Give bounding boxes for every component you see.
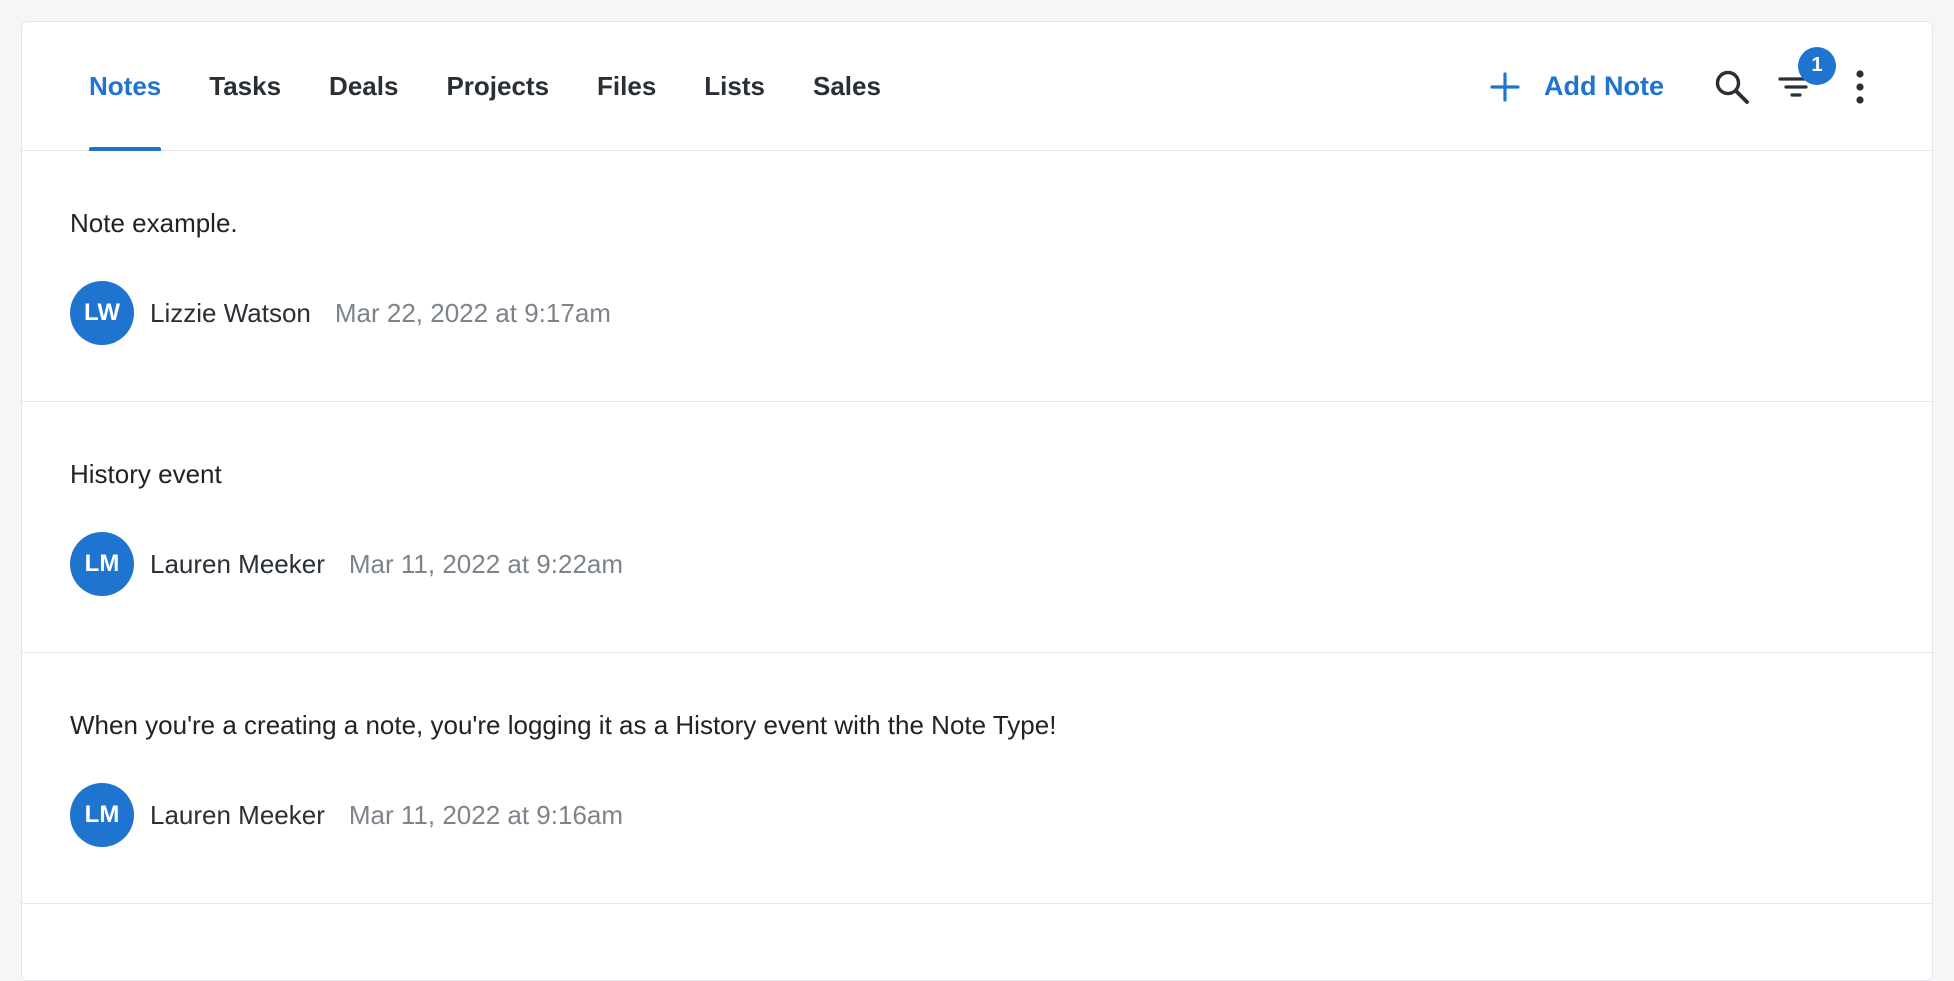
note-text: Note example. <box>70 208 238 238</box>
tab-notes[interactable]: Notes <box>89 22 162 151</box>
note-text: When you're a creating a note, you're lo… <box>70 710 1057 740</box>
note-timestamp: Mar 22, 2022 at 9:17am <box>334 297 611 328</box>
more-options-button[interactable] <box>1840 67 1880 107</box>
note-item[interactable]: Note example. LW Lizzie Watson Mar 22, 2… <box>22 151 1932 402</box>
note-author: Lizzie Watson <box>150 297 311 328</box>
panel-header: Notes Tasks Deals Projects Files Lists S… <box>22 22 1932 151</box>
note-meta: LM Lauren Meeker Mar 11, 2022 at 9:22am <box>70 532 623 596</box>
avatar: LM <box>70 783 134 847</box>
tab-projects[interactable]: Projects <box>446 22 549 151</box>
search-icon <box>1715 70 1749 104</box>
tab-deals[interactable]: Deals <box>329 22 398 151</box>
note-meta: LW Lizzie Watson Mar 22, 2022 at 9:17am <box>70 281 611 345</box>
tab-lists[interactable]: Lists <box>704 22 765 151</box>
note-timestamp: Mar 11, 2022 at 9:22am <box>348 548 624 579</box>
note-author: Lauren Meeker <box>150 799 325 830</box>
filter-button[interactable]: 1 <box>1776 46 1836 107</box>
more-vertical-icon <box>1856 69 1864 104</box>
note-item[interactable]: When you're a creating a note, you're lo… <box>22 653 1932 904</box>
note-item[interactable]: History event LM Lauren Meeker Mar 11, 2… <box>22 402 1932 653</box>
plus-icon <box>1490 71 1520 102</box>
avatar: LW <box>70 281 134 345</box>
tab-tasks[interactable]: Tasks <box>209 22 281 151</box>
avatar: LM <box>70 532 134 596</box>
tab-files[interactable]: Files <box>597 22 656 151</box>
add-note-button[interactable]: Add Note <box>1490 71 1664 102</box>
header-actions: Add Note 1 <box>1490 22 1880 151</box>
note-meta: LM Lauren Meeker Mar 11, 2022 at 9:16am <box>70 783 623 847</box>
note-author: Lauren Meeker <box>150 548 325 579</box>
add-note-label: Add Note <box>1544 71 1664 101</box>
note-text: History event <box>70 459 222 489</box>
note-timestamp: Mar 11, 2022 at 9:16am <box>348 799 624 830</box>
search-button[interactable] <box>1712 67 1752 107</box>
tab-sales[interactable]: Sales <box>813 22 881 151</box>
tab-bar: Notes Tasks Deals Projects Files Lists S… <box>89 22 929 151</box>
notes-panel: Notes Tasks Deals Projects Files Lists S… <box>21 21 1933 981</box>
filter-count-badge: 1 <box>1798 46 1836 85</box>
